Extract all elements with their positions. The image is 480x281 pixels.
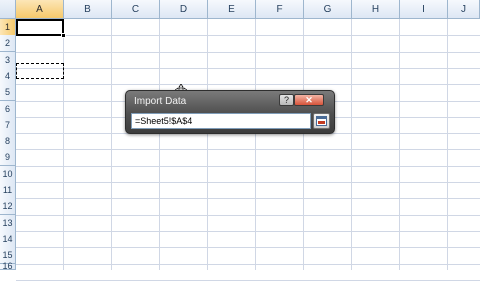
row-header-1[interactable]: 1 [0, 19, 16, 36]
row-header-3[interactable]: 3 [0, 51, 16, 69]
row-header-5[interactable]: 5 [0, 84, 16, 102]
column-header-e[interactable]: E [208, 0, 256, 19]
row-gridline [16, 263, 480, 265]
select-all-corner[interactable] [0, 0, 16, 19]
row-header-11[interactable]: 11 [0, 182, 16, 199]
row-gridline [16, 230, 480, 232]
row-gridline [16, 84, 480, 86]
row-gridline [16, 149, 480, 151]
column-header-a[interactable]: A [16, 0, 64, 19]
expand-dialog-icon [316, 116, 327, 126]
row-header-14[interactable]: 14 [0, 230, 16, 248]
column-gridline [159, 19, 160, 270]
column-gridline [255, 19, 256, 270]
row-header-2[interactable]: 2 [0, 35, 16, 53]
column-gridline [111, 19, 112, 270]
help-button[interactable]: ? [279, 94, 294, 106]
cell-reference-input[interactable]: =Sheet5!$A$4 [131, 113, 311, 129]
column-gridline [63, 19, 64, 270]
row-header-4[interactable]: 4 [0, 67, 16, 85]
row-gridline [16, 198, 480, 200]
column-header-c[interactable]: C [112, 0, 160, 19]
row-gridline [16, 247, 480, 249]
row-header-8[interactable]: 8 [0, 133, 16, 151]
row-gridline [16, 67, 480, 69]
close-button[interactable]: ✕ [294, 94, 324, 106]
row-header-9[interactable]: 9 [0, 149, 16, 167]
row-gridline [16, 182, 480, 183]
column-header-d[interactable]: D [160, 0, 208, 19]
row-gridline [16, 214, 480, 216]
column-gridline [351, 19, 352, 270]
import-data-dialog: Import Data ? ✕ =Sheet5!$A$4 [125, 90, 335, 134]
fill-handle[interactable] [61, 33, 66, 38]
column-header-j[interactable]: J [448, 0, 480, 19]
column-gridline [207, 19, 208, 270]
row-gridline [16, 35, 480, 37]
row-gridline [16, 51, 480, 53]
column-header-f[interactable]: F [256, 0, 304, 19]
row-header-13[interactable]: 13 [0, 214, 16, 232]
row-header-12[interactable]: 12 [0, 198, 16, 216]
row-gridline [16, 165, 480, 167]
column-gridline [399, 19, 400, 270]
column-header-g[interactable]: G [304, 0, 352, 19]
row-header-16[interactable]: 16 [0, 261, 16, 271]
dialog-title: Import Data [134, 96, 187, 107]
row-header-6[interactable]: 6 [0, 100, 16, 118]
active-cell-a1[interactable] [16, 19, 64, 36]
copy-marquee-a4 [16, 63, 64, 79]
column-gridline [303, 19, 304, 270]
row-header-10[interactable]: 10 [0, 165, 16, 183]
expand-dialog-button[interactable] [313, 113, 330, 129]
row-header-7[interactable]: 7 [0, 116, 16, 134]
column-header-h[interactable]: H [352, 0, 400, 19]
column-header-b[interactable]: B [64, 0, 112, 19]
column-gridline [447, 19, 448, 270]
spreadsheet-grid[interactable]: A B C D E F G H I J 1 2 3 4 5 6 7 8 9 10 11 12 13 14 15 16 [0, 0, 480, 281]
column-header-i[interactable]: I [400, 0, 448, 19]
